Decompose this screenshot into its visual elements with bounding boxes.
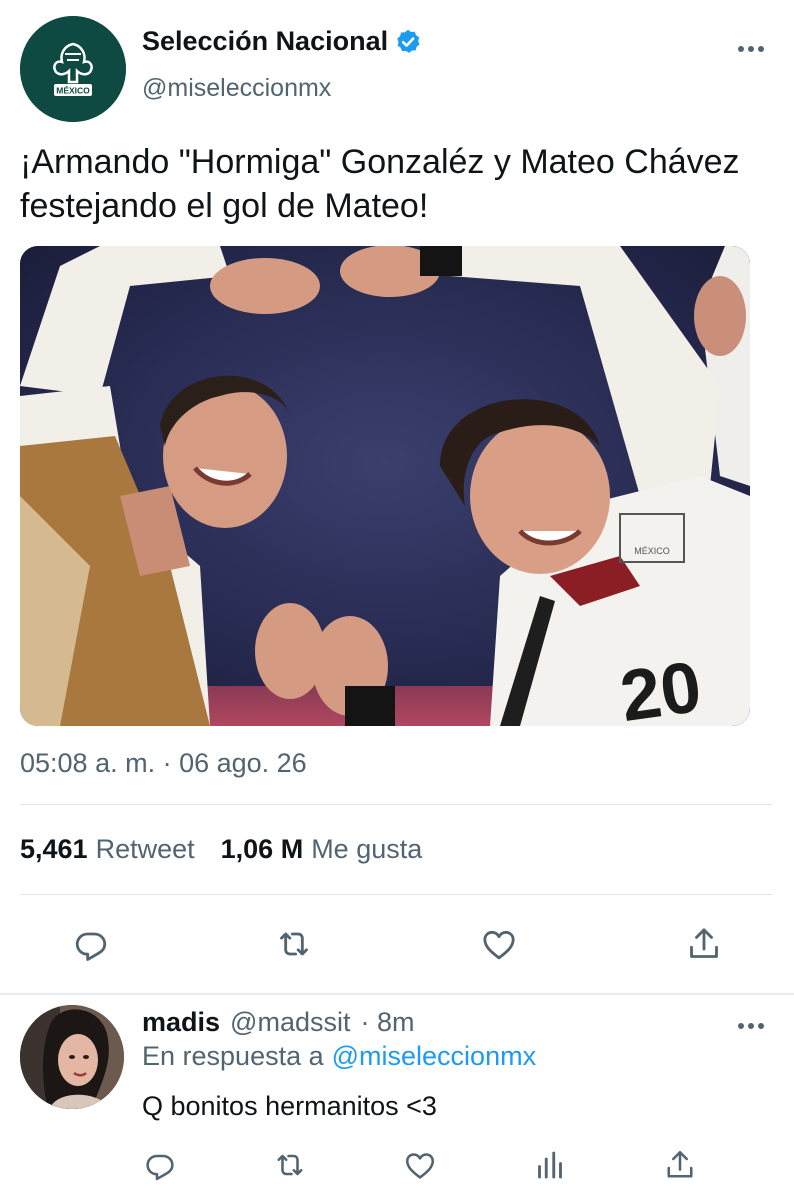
retweet-icon [277, 1154, 303, 1176]
tweet-stats: 5,461 Retweet 1,06 M Me gusta [20, 834, 422, 865]
like-icon [483, 930, 515, 960]
reply-icon [75, 932, 107, 961]
reply-button[interactable] [69, 922, 113, 966]
reply-time: · 8m [360, 1007, 415, 1037]
analytics-icon [538, 1151, 562, 1179]
author-display-name[interactable]: Selección Nacional [142, 26, 388, 57]
verified-badge-icon [397, 29, 420, 53]
more-options-icon[interactable] [735, 1013, 767, 1039]
divider [20, 894, 773, 895]
reply-display-name[interactable]: madis [142, 1007, 220, 1038]
retweet-button[interactable] [268, 1143, 312, 1187]
share-icon [667, 1150, 693, 1178]
reply-avatar[interactable] [20, 1005, 124, 1109]
like-icon [405, 1153, 435, 1179]
tweet-actions [0, 918, 794, 970]
author-name-row: Selección Nacional [142, 26, 422, 57]
replying-to: En respuesta a @miseleccionmx [142, 1041, 536, 1072]
retweet-label[interactable]: Retweet [96, 834, 195, 865]
celebration-photo: MÉXICO 20 [20, 246, 750, 726]
author-handle[interactable]: @miseleccionmx [142, 74, 331, 103]
reply-handle[interactable]: @madssit [230, 1007, 350, 1038]
like-label[interactable]: Me gusta [311, 834, 422, 865]
like-count[interactable]: 1,06 M [221, 834, 304, 865]
main-tweet: MÉXICO Selección Nacional @miseleccionmx… [0, 0, 794, 994]
like-button[interactable] [477, 922, 521, 966]
avatar[interactable]: MÉXICO [20, 16, 126, 122]
reply-icon [146, 1154, 174, 1181]
reply-actions [0, 1143, 794, 1187]
retweet-icon [280, 932, 308, 956]
tweet-timestamp[interactable]: 05:08 a. m. · 06 ago. 26 [20, 748, 307, 779]
tweet-photo[interactable]: MÉXICO 20 [20, 246, 750, 726]
more-options-icon[interactable] [735, 36, 767, 62]
tweet-text: ¡Armando "Hormiga" Gonzaléz y Mateo Cháv… [20, 143, 740, 225]
retweet-button[interactable] [272, 922, 316, 966]
replying-to-label: En respuesta a [142, 1041, 324, 1071]
replying-to-handle[interactable]: @miseleccionmx [332, 1041, 536, 1072]
analytics-button[interactable] [528, 1143, 572, 1187]
jersey-number: 20 [616, 647, 706, 726]
retweet-count[interactable]: 5,461 [20, 834, 88, 865]
avatar-crest-text: MÉXICO [56, 86, 90, 96]
share-button[interactable] [658, 1143, 702, 1187]
reply-button[interactable] [138, 1143, 182, 1187]
reply-avatar-image [20, 1005, 124, 1109]
jersey-crest-text: MÉXICO [634, 546, 670, 556]
share-button[interactable] [682, 922, 726, 966]
mexico-crest-icon: MÉXICO [20, 16, 126, 122]
like-button[interactable] [398, 1143, 442, 1187]
divider [20, 804, 773, 805]
reply-tweet[interactable]: madis @madssit · 8m En respuesta a @mise… [0, 995, 794, 1200]
reply-header: madis @madssit · 8m [142, 1007, 414, 1038]
share-icon [690, 928, 718, 958]
reply-text: Q bonitos hermanitos <3 [142, 1091, 437, 1121]
